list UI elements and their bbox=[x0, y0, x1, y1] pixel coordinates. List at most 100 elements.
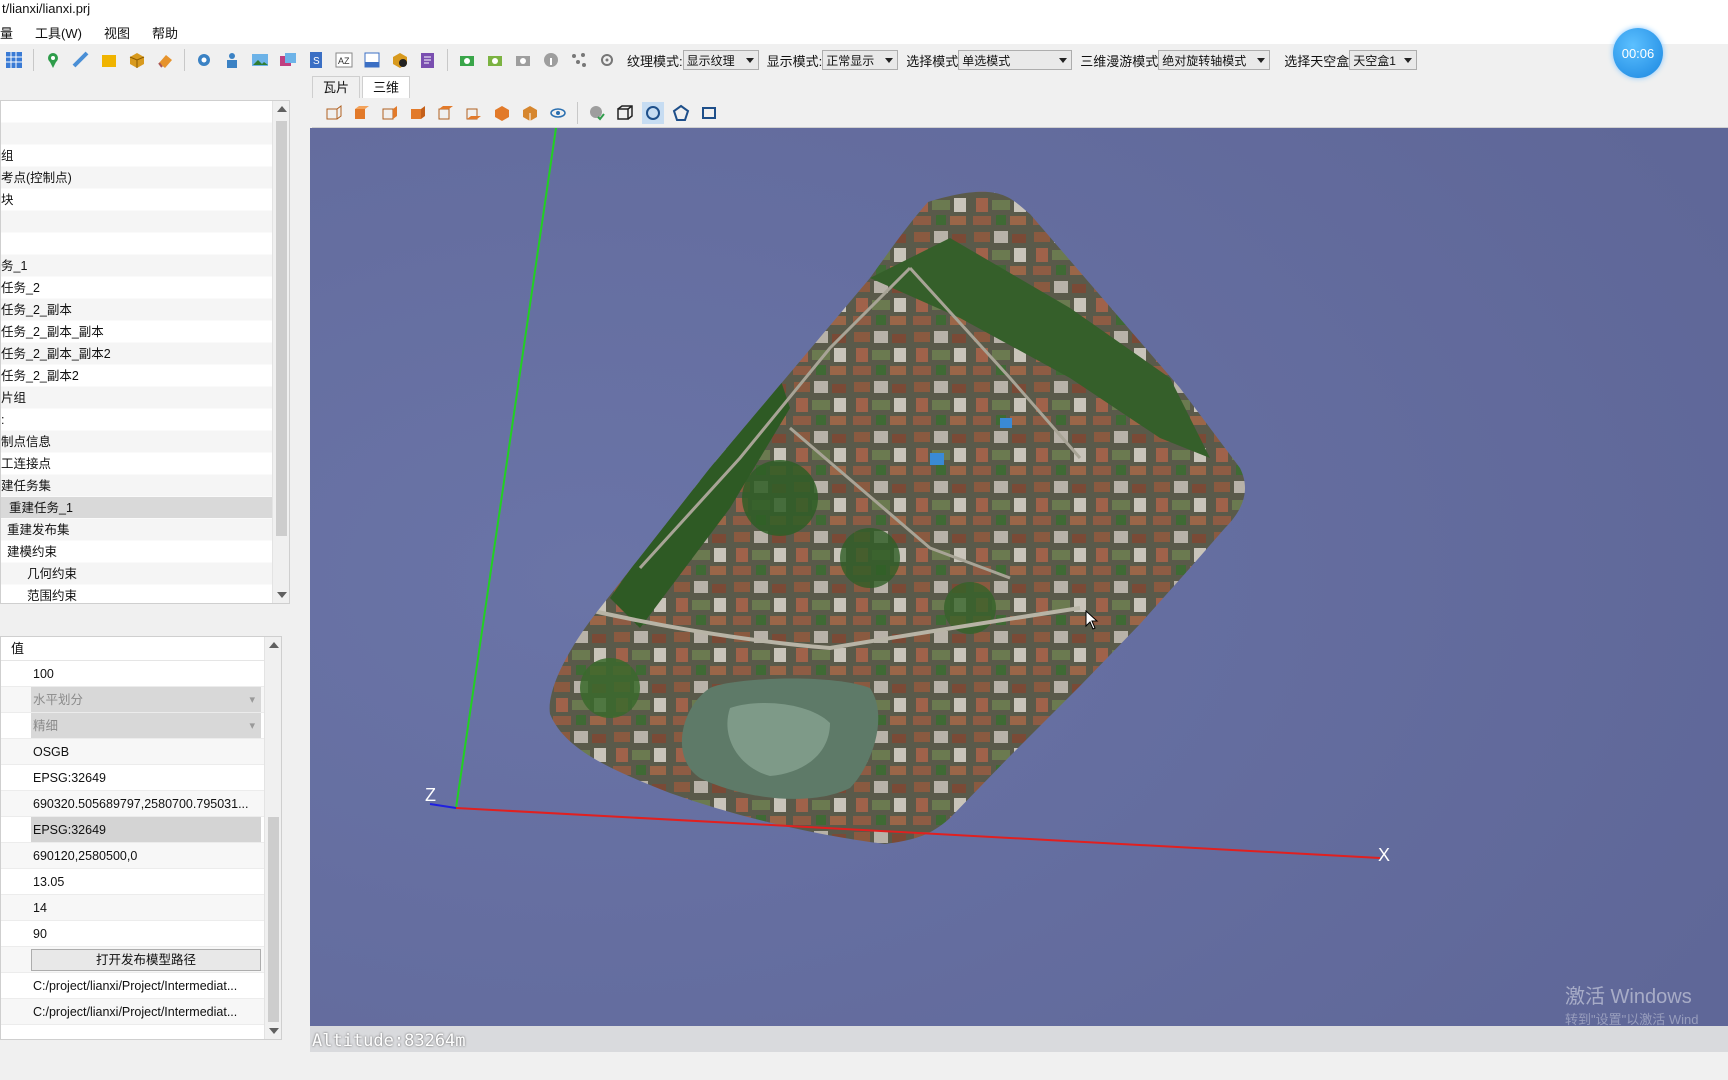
menu-item-view[interactable]: 视图 bbox=[104, 23, 130, 42]
view-front-icon[interactable] bbox=[323, 102, 345, 124]
user-import-icon[interactable] bbox=[221, 49, 243, 71]
tree-item[interactable]: 务_1 bbox=[1, 255, 289, 277]
camera-check-icon[interactable] bbox=[512, 49, 534, 71]
points-icon[interactable] bbox=[568, 49, 590, 71]
info-icon[interactable] bbox=[540, 49, 562, 71]
package-view-icon[interactable] bbox=[389, 49, 411, 71]
scroll-up-icon[interactable] bbox=[269, 642, 279, 648]
property-value[interactable]: EPSG:32649 bbox=[31, 765, 261, 790]
open-publish-path-button[interactable]: 打开发布模型路径 bbox=[31, 949, 261, 971]
view-back-icon[interactable] bbox=[351, 102, 373, 124]
tree-item[interactable]: 建任务集 bbox=[1, 475, 289, 497]
property-value[interactable]: 14 bbox=[31, 895, 261, 920]
property-value[interactable]: 90 bbox=[31, 921, 261, 946]
tree-item[interactable]: 任务_2_副本 bbox=[1, 299, 289, 321]
skybox-select[interactable]: 天空盒1 bbox=[1349, 50, 1418, 70]
volume-measure-icon[interactable] bbox=[126, 49, 148, 71]
menu-item-measure[interactable]: 量 bbox=[0, 23, 13, 42]
location-pin-icon[interactable] bbox=[42, 49, 64, 71]
view-left-icon[interactable] bbox=[379, 102, 401, 124]
tree-item[interactable]: 几何约束 bbox=[1, 563, 289, 585]
view-bottom-icon[interactable] bbox=[463, 102, 485, 124]
ruler-icon[interactable] bbox=[70, 49, 92, 71]
props-scrollbar[interactable] bbox=[264, 637, 281, 1039]
viewport-3d[interactable]: X Z 激活 Windows 转到"设置"以激活 Wind bbox=[310, 128, 1728, 1026]
scroll-down-icon[interactable] bbox=[277, 592, 287, 598]
grid-icon[interactable] bbox=[3, 49, 25, 71]
tree-item[interactable]: 任务_2_副本_副本 bbox=[1, 321, 289, 343]
document-settings-icon[interactable]: S bbox=[305, 49, 327, 71]
property-value[interactable]: C:/project/lianxi/Project/Intermediat... bbox=[31, 999, 261, 1024]
view-iso-alt-icon[interactable] bbox=[519, 102, 541, 124]
tab-3d[interactable]: 三维 bbox=[362, 76, 411, 98]
tree-scrollbar[interactable] bbox=[272, 101, 289, 603]
camera-settings-icon[interactable] bbox=[484, 49, 506, 71]
property-value[interactable]: C:/project/lianxi/Project/Intermediat... bbox=[31, 973, 261, 998]
tree-item[interactable]: 片组 bbox=[1, 387, 289, 409]
area-measure-icon[interactable] bbox=[98, 49, 120, 71]
view-iso-icon[interactable] bbox=[491, 102, 513, 124]
properties-panel: 值 100水平划分精细OSGBEPSG:32649690320.50568979… bbox=[0, 636, 282, 1040]
select-polygon-icon[interactable] bbox=[670, 102, 692, 124]
property-row: 690320.505689797,2580700.795031... bbox=[1, 791, 281, 817]
property-value[interactable]: 13.05 bbox=[31, 869, 261, 894]
log-icon[interactable] bbox=[361, 49, 383, 71]
property-value[interactable]: OSGB bbox=[31, 739, 261, 764]
property-select[interactable]: 精细 bbox=[31, 713, 261, 738]
image-icon[interactable] bbox=[249, 49, 271, 71]
recording-timer[interactable]: 00:06 bbox=[1613, 28, 1663, 78]
tree-item[interactable]: 块 bbox=[1, 189, 289, 211]
texture-mode-select[interactable]: 显示纹理 bbox=[682, 50, 759, 70]
settings-gear-icon[interactable] bbox=[193, 49, 215, 71]
wire-box-icon[interactable] bbox=[614, 102, 636, 124]
scroll-down-icon[interactable] bbox=[269, 1028, 279, 1034]
scroll-thumb[interactable] bbox=[276, 121, 287, 536]
tab-tiles[interactable]: 瓦片 bbox=[312, 76, 361, 98]
scroll-thumb[interactable] bbox=[268, 817, 279, 1022]
tree-item[interactable]: 范围约束 bbox=[1, 585, 289, 603]
text-ab-icon[interactable]: AZ bbox=[333, 49, 355, 71]
eraser-icon[interactable] bbox=[154, 49, 176, 71]
tree-item[interactable]: 工连接点 bbox=[1, 453, 289, 475]
eye-view-icon[interactable] bbox=[547, 102, 569, 124]
tree-item[interactable] bbox=[1, 101, 289, 123]
nav-mode-select[interactable]: 绝对旋转轴模式 bbox=[1158, 50, 1271, 70]
tree-item[interactable] bbox=[1, 233, 289, 255]
tree-item[interactable]: 任务_2 bbox=[1, 277, 289, 299]
display-mode-select[interactable]: 正常显示 bbox=[822, 50, 899, 70]
tree-item[interactable]: : bbox=[1, 409, 289, 431]
tree-item[interactable]: 任务_2_副本2 bbox=[1, 365, 289, 387]
layer-check-icon[interactable] bbox=[586, 102, 608, 124]
tree-item[interactable]: 制点信息 bbox=[1, 431, 289, 453]
property-value[interactable]: 100 bbox=[31, 661, 261, 686]
tree-item[interactable] bbox=[1, 123, 289, 145]
main-toolbar: S AZ 纹理模式: 显示纹理 显示模式: 正常显示 选择模式 单选模式 三维漫… bbox=[0, 44, 1728, 76]
tree-item[interactable]: 任务_2_副本_副本2 bbox=[1, 343, 289, 365]
property-value[interactable]: 690120,2580500,0 bbox=[31, 843, 261, 868]
report-icon[interactable] bbox=[417, 49, 439, 71]
view-right-icon[interactable] bbox=[407, 102, 429, 124]
select-circle-icon[interactable] bbox=[642, 101, 664, 124]
photo-group-icon[interactable] bbox=[277, 49, 299, 71]
property-value[interactable]: EPSG:32649 bbox=[31, 817, 261, 842]
select-mode-select[interactable]: 单选模式 bbox=[958, 50, 1073, 70]
texture-mode-label: 纹理模式: bbox=[627, 53, 683, 69]
property-value[interactable]: 690320.505689797,2580700.795031... bbox=[31, 791, 261, 816]
property-select[interactable]: 水平划分 bbox=[31, 687, 261, 712]
menu-item-tools[interactable]: 工具(W) bbox=[35, 23, 82, 42]
menu-item-help[interactable]: 帮助 bbox=[152, 23, 178, 42]
property-row: C:/project/lianxi/Project/Intermediat... bbox=[1, 999, 281, 1025]
point-edit-icon[interactable] bbox=[596, 49, 618, 71]
toolbar-separator bbox=[33, 49, 34, 71]
tree-item[interactable]: 组 bbox=[1, 145, 289, 167]
tree-item[interactable]: 重建任务_1 bbox=[1, 497, 289, 519]
view-top-icon[interactable] bbox=[435, 102, 457, 124]
tree-item[interactable]: 重建发布集 bbox=[1, 519, 289, 541]
scroll-up-icon[interactable] bbox=[277, 106, 287, 112]
tree-item[interactable]: 建模约束 bbox=[1, 541, 289, 563]
camera-add-icon[interactable] bbox=[456, 49, 478, 71]
select-rect-icon[interactable] bbox=[698, 102, 720, 124]
property-row: EPSG:32649 bbox=[1, 765, 281, 791]
tree-item[interactable]: 考点(控制点) bbox=[1, 167, 289, 189]
tree-item[interactable] bbox=[1, 211, 289, 233]
